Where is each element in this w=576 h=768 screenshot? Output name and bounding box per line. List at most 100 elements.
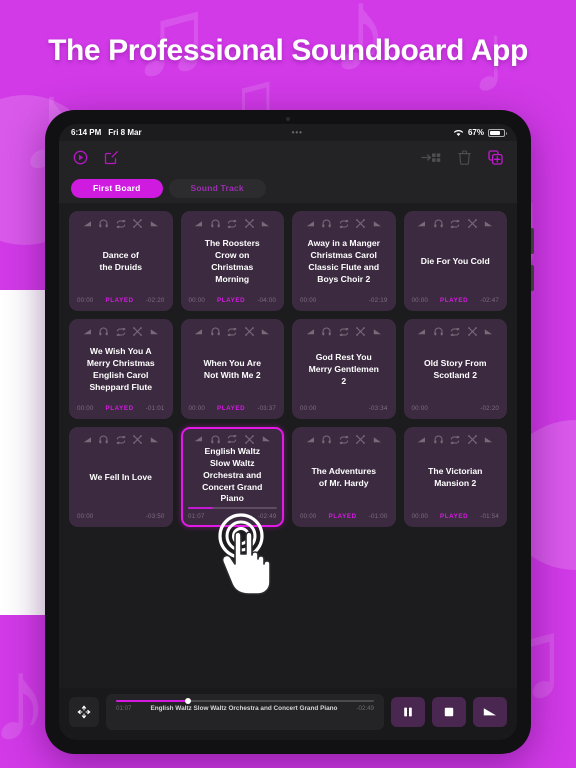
- player-progress-bar[interactable]: [116, 698, 374, 704]
- effects-icon[interactable]: [467, 435, 477, 444]
- edit-square-icon[interactable]: [104, 150, 119, 165]
- fade-out-icon[interactable]: [373, 220, 382, 228]
- fade-in-icon[interactable]: [306, 220, 315, 228]
- fade-in-icon[interactable]: [194, 220, 203, 228]
- player-scrubber[interactable]: 01:07 English Waltz Slow Waltz Orchestra…: [106, 694, 384, 730]
- card-remaining: -04:00: [257, 296, 276, 304]
- effects-icon[interactable]: [245, 434, 254, 444]
- effects-icon[interactable]: [356, 219, 366, 228]
- fade-out-icon[interactable]: [150, 436, 159, 444]
- headphones-icon[interactable]: [211, 327, 220, 336]
- fade-out-icon[interactable]: [484, 436, 493, 444]
- fade-out-icon[interactable]: [261, 220, 270, 228]
- sound-card[interactable]: Away in a Manger Christmas Carol Classic…: [292, 211, 396, 311]
- move-resize-button[interactable]: [69, 697, 99, 727]
- tab-first-board[interactable]: First Board: [71, 178, 163, 198]
- effects-icon[interactable]: [244, 219, 254, 228]
- effects-icon[interactable]: [356, 327, 366, 336]
- duplicate-add-icon[interactable]: [488, 149, 503, 165]
- fade-in-icon[interactable]: [194, 328, 203, 336]
- sound-card[interactable]: We Fell In Love 00:00 -03:50: [69, 427, 173, 527]
- loop-icon[interactable]: [450, 435, 460, 444]
- headphones-icon[interactable]: [322, 435, 331, 444]
- card-elapsed: 00:00: [77, 404, 94, 412]
- fade-out-button[interactable]: [473, 697, 507, 727]
- effects-icon[interactable]: [133, 435, 143, 444]
- sound-card[interactable]: God Rest You Merry Gentlemen 2 00:00 -03:3…: [292, 319, 396, 419]
- play-circle-icon[interactable]: [73, 150, 88, 165]
- loop-icon[interactable]: [339, 435, 349, 444]
- fade-in-icon[interactable]: [83, 436, 92, 444]
- card-progress-bar[interactable]: [188, 506, 277, 509]
- headphones-icon[interactable]: [99, 435, 108, 444]
- headphones-icon[interactable]: [210, 435, 220, 444]
- volume-down-button[interactable]: [531, 265, 534, 291]
- loop-icon[interactable]: [339, 219, 349, 228]
- player-progress-knob[interactable]: [185, 698, 192, 704]
- card-footer: 00:00 PLAYED -02:20: [75, 295, 167, 305]
- tablet-device: 6:14 PM Fri 8 Mar ••• 67% First Board So…: [45, 110, 534, 754]
- move-to-grid-icon[interactable]: [421, 151, 441, 164]
- fade-in-icon[interactable]: [194, 435, 203, 443]
- sound-card[interactable]: Old Story From Scotland 2 00:00 -02:20: [403, 319, 507, 419]
- fade-out-icon[interactable]: [262, 435, 271, 443]
- effects-icon[interactable]: [133, 219, 143, 228]
- stop-button[interactable]: [432, 697, 466, 727]
- loop-icon[interactable]: [450, 327, 460, 336]
- effects-icon[interactable]: [467, 327, 477, 336]
- card-remaining: -01:01: [145, 404, 165, 412]
- fade-in-icon[interactable]: [306, 436, 315, 444]
- headphones-icon[interactable]: [322, 219, 331, 228]
- loop-icon[interactable]: [227, 435, 237, 443]
- sound-card[interactable]: We Wish You A Merry Christmas English Ca…: [69, 319, 173, 419]
- fade-out-icon[interactable]: [484, 220, 493, 228]
- card-icon-row: [298, 326, 390, 337]
- loop-icon[interactable]: [116, 435, 126, 444]
- status-date: Fri 8 Mar: [108, 128, 142, 137]
- fade-in-icon[interactable]: [417, 328, 426, 336]
- fade-in-icon[interactable]: [83, 328, 92, 336]
- loop-icon[interactable]: [227, 219, 237, 228]
- sound-card[interactable]: Die For You Cold 00:00 PLAYED -02:47: [403, 211, 507, 311]
- sound-card[interactable]: The Adventures of Mr. Hardy 00:00 PLAYED -0…: [292, 427, 396, 527]
- sound-card[interactable]: The Victorian Mansion 2 00:00 PLAYED -01:54: [403, 427, 507, 527]
- fade-out-icon[interactable]: [150, 220, 159, 228]
- trash-icon[interactable]: [458, 149, 471, 165]
- pause-button[interactable]: [391, 697, 425, 727]
- headphones-icon[interactable]: [322, 327, 331, 336]
- effects-icon[interactable]: [133, 327, 143, 336]
- headphones-icon[interactable]: [434, 435, 443, 444]
- fade-out-icon[interactable]: [150, 328, 159, 336]
- loop-icon[interactable]: [116, 327, 126, 336]
- sound-card[interactable]: English Waltz Slow Waltz Orchestra and C…: [180, 427, 284, 527]
- sound-card[interactable]: When You Are Not With Me 2 00:00 PLAYED -03…: [180, 319, 284, 419]
- card-elapsed: 00:00: [77, 296, 94, 304]
- loop-icon[interactable]: [227, 327, 237, 336]
- loop-icon[interactable]: [116, 219, 126, 228]
- headphones-icon[interactable]: [434, 219, 443, 228]
- effects-icon[interactable]: [244, 327, 254, 336]
- fade-out-icon[interactable]: [373, 328, 382, 336]
- fade-in-icon[interactable]: [417, 220, 426, 228]
- card-status-badge: PLAYED: [440, 512, 469, 520]
- fade-in-icon[interactable]: [417, 436, 426, 444]
- headphones-icon[interactable]: [99, 219, 108, 228]
- loop-icon[interactable]: [450, 219, 460, 228]
- fade-out-icon[interactable]: [261, 328, 270, 336]
- headphones-icon[interactable]: [99, 327, 108, 336]
- fade-in-icon[interactable]: [306, 328, 315, 336]
- fade-out-icon[interactable]: [373, 436, 382, 444]
- headphones-icon[interactable]: [211, 219, 220, 228]
- loop-icon[interactable]: [339, 327, 349, 336]
- volume-up-button[interactable]: [531, 228, 534, 254]
- headphones-icon[interactable]: [434, 327, 443, 336]
- card-title: God Rest You Merry Gentlemen 2: [308, 352, 379, 386]
- fade-out-icon[interactable]: [484, 328, 493, 336]
- player-bar: 01:07 English Waltz Slow Waltz Orchestra…: [59, 688, 517, 740]
- effects-icon[interactable]: [356, 435, 366, 444]
- sound-card[interactable]: Dance of the Druids 00:00 PLAYED -02:20: [69, 211, 173, 311]
- tab-sound-track[interactable]: Sound Track: [168, 178, 266, 198]
- fade-in-icon[interactable]: [83, 220, 92, 228]
- effects-icon[interactable]: [467, 219, 477, 228]
- sound-card[interactable]: The Roosters Crow on Christmas Morning 00…: [180, 211, 284, 311]
